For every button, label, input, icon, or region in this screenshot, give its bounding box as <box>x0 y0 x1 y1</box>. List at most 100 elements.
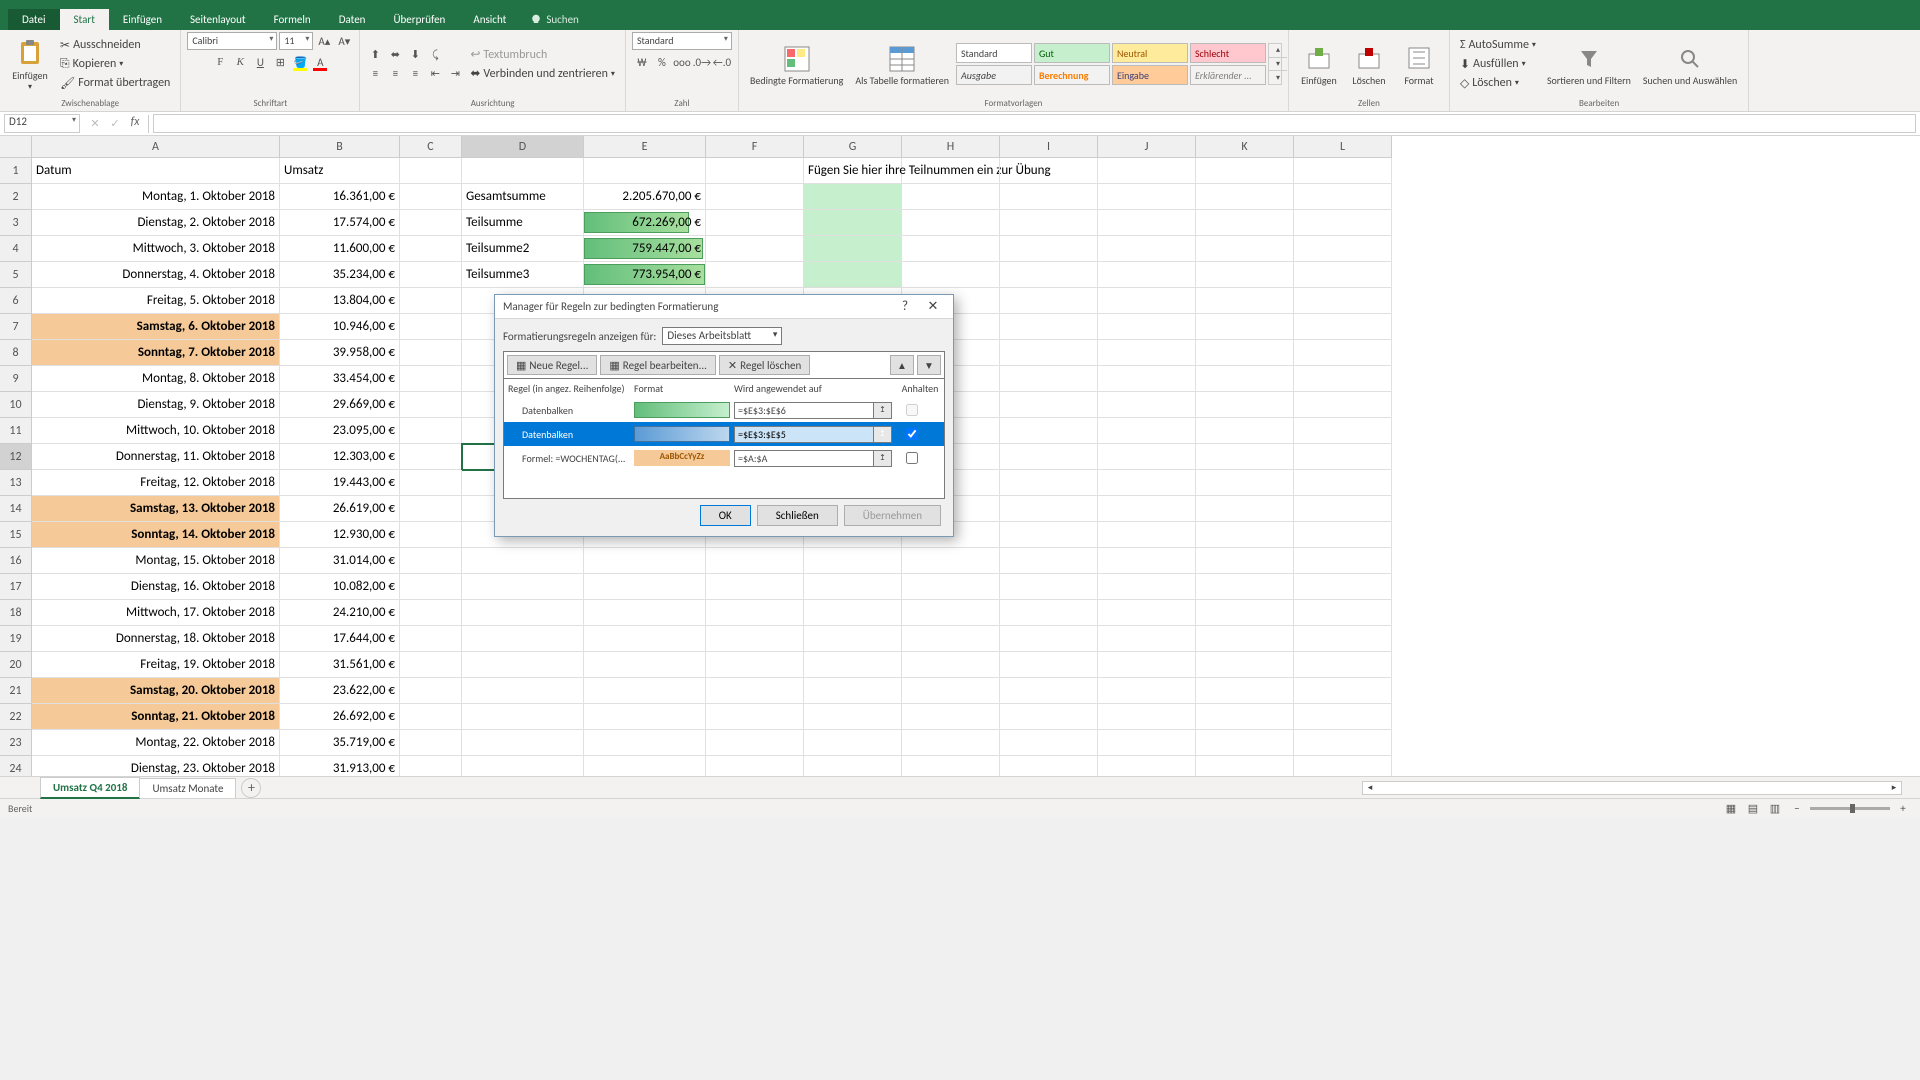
align-left-button[interactable]: ≡ <box>366 65 384 83</box>
cell-C5[interactable] <box>400 262 462 288</box>
cell-A10[interactable]: Dienstag, 9. Oktober 2018 <box>32 392 280 418</box>
cell-K22[interactable] <box>1196 704 1294 730</box>
row-header-24[interactable]: 24 <box>0 756 32 776</box>
cell-A2[interactable]: Montag, 1. Oktober 2018 <box>32 184 280 210</box>
cell-C2[interactable] <box>400 184 462 210</box>
bold-button[interactable]: F <box>211 53 229 71</box>
align-center-button[interactable]: ≡ <box>386 65 404 83</box>
cell-A19[interactable]: Donnerstag, 18. Oktober 2018 <box>32 626 280 652</box>
cell-E19[interactable] <box>584 626 706 652</box>
tab-file[interactable]: Datei <box>8 9 60 30</box>
rule-range-input[interactable]: =$E$3:$E$5 <box>734 426 874 443</box>
cell-G4[interactable] <box>804 236 902 262</box>
cell-I14[interactable] <box>1000 496 1098 522</box>
number-format-combo[interactable]: Standard <box>632 32 732 50</box>
column-header-C[interactable]: C <box>400 136 462 158</box>
cell-C3[interactable] <box>400 210 462 236</box>
cell-A4[interactable]: Mittwoch, 3. Oktober 2018 <box>32 236 280 262</box>
row-header-13[interactable]: 13 <box>0 470 32 496</box>
dialog-ok-button[interactable]: OK <box>700 505 751 526</box>
cells-insert-button[interactable]: Einfügen <box>1295 33 1343 95</box>
cell-L22[interactable] <box>1294 704 1392 730</box>
cell-C12[interactable] <box>400 444 462 470</box>
font-size-combo[interactable]: 11 <box>279 32 313 50</box>
row-header-23[interactable]: 23 <box>0 730 32 756</box>
wrap-text-button[interactable]: ↩Textumbruch <box>466 46 619 64</box>
row-header-9[interactable]: 9 <box>0 366 32 392</box>
row-header-20[interactable]: 20 <box>0 652 32 678</box>
cell-B11[interactable]: 23.095,00 € <box>280 418 400 444</box>
cell-A5[interactable]: Donnerstag, 4. Oktober 2018 <box>32 262 280 288</box>
cell-J15[interactable] <box>1098 522 1196 548</box>
cell-L20[interactable] <box>1294 652 1392 678</box>
styles-scroll-up[interactable]: ▴ <box>1269 44 1287 57</box>
cell-E22[interactable] <box>584 704 706 730</box>
cell-K13[interactable] <box>1196 470 1294 496</box>
cell-D5[interactable]: Teilsumme3 <box>462 262 584 288</box>
cell-E18[interactable] <box>584 600 706 626</box>
border-button[interactable]: ⊞ <box>271 53 289 71</box>
cell-I23[interactable] <box>1000 730 1098 756</box>
column-header-J[interactable]: J <box>1098 136 1196 158</box>
zoom-out-button[interactable]: − <box>1788 800 1806 818</box>
font-color-button[interactable]: A <box>311 53 329 71</box>
percent-button[interactable]: % <box>653 53 671 71</box>
delete-rule-button[interactable]: ✕Regel löschen <box>719 355 810 375</box>
cell-L14[interactable] <box>1294 496 1392 522</box>
cell-I18[interactable] <box>1000 600 1098 626</box>
cell-K19[interactable] <box>1196 626 1294 652</box>
cell-C1[interactable] <box>400 158 462 184</box>
cell-L21[interactable] <box>1294 678 1392 704</box>
cell-I22[interactable] <box>1000 704 1098 730</box>
cell-D17[interactable] <box>462 574 584 600</box>
cell-F5[interactable] <box>706 262 804 288</box>
cells-delete-button[interactable]: Löschen <box>1345 33 1393 95</box>
cell-styles-gallery[interactable]: Standard Gut Neutral Schlecht Ausgabe Be… <box>956 43 1266 85</box>
dialog-titlebar[interactable]: Manager für Regeln zur bedingten Formati… <box>495 295 953 319</box>
cell-E3[interactable]: 672.269,00 € <box>584 210 706 236</box>
increase-indent-button[interactable]: ⇥ <box>446 65 464 83</box>
cell-L24[interactable] <box>1294 756 1392 776</box>
cell-E20[interactable] <box>584 652 706 678</box>
cell-I24[interactable] <box>1000 756 1098 776</box>
cell-D21[interactable] <box>462 678 584 704</box>
cell-C6[interactable] <box>400 288 462 314</box>
zoom-slider[interactable] <box>1810 807 1890 810</box>
cell-L12[interactable] <box>1294 444 1392 470</box>
clear-button[interactable]: ◇Löschen▾ <box>1456 74 1540 92</box>
autosum-button[interactable]: ΣAutoSumme▾ <box>1456 36 1540 54</box>
cell-J17[interactable] <box>1098 574 1196 600</box>
cell-L19[interactable] <box>1294 626 1392 652</box>
cell-J14[interactable] <box>1098 496 1196 522</box>
style-ausgabe[interactable]: Ausgabe <box>956 65 1032 85</box>
cell-B13[interactable]: 19.443,00 € <box>280 470 400 496</box>
view-page-layout-button[interactable]: ▤ <box>1744 800 1762 818</box>
cell-B16[interactable]: 31.014,00 € <box>280 548 400 574</box>
row-header-11[interactable]: 11 <box>0 418 32 444</box>
row-headers[interactable]: 123456789101112131415161718192021222324 <box>0 158 32 776</box>
cell-E24[interactable] <box>584 756 706 776</box>
cell-A23[interactable]: Montag, 22. Oktober 2018 <box>32 730 280 756</box>
horizontal-scrollbar[interactable]: ◂ ▸ <box>1362 781 1902 795</box>
align-right-button[interactable]: ≡ <box>406 65 424 83</box>
column-header-E[interactable]: E <box>584 136 706 158</box>
formula-bar[interactable] <box>153 114 1916 133</box>
cell-G23[interactable] <box>804 730 902 756</box>
cell-I11[interactable] <box>1000 418 1098 444</box>
cell-H4[interactable] <box>902 236 1000 262</box>
styles-scroll-down[interactable]: ▾ <box>1269 57 1287 71</box>
cell-C21[interactable] <box>400 678 462 704</box>
cell-L7[interactable] <box>1294 314 1392 340</box>
cell-C22[interactable] <box>400 704 462 730</box>
cell-E16[interactable] <box>584 548 706 574</box>
cell-H19[interactable] <box>902 626 1000 652</box>
cell-D24[interactable] <box>462 756 584 776</box>
cell-F3[interactable] <box>706 210 804 236</box>
column-header-A[interactable]: A <box>32 136 280 158</box>
cell-H24[interactable] <box>902 756 1000 776</box>
cell-K2[interactable] <box>1196 184 1294 210</box>
dialog-close-button-2[interactable]: Schließen <box>757 505 838 526</box>
cell-H22[interactable] <box>902 704 1000 730</box>
sheet-tab-1[interactable]: Umsatz Q4 2018 <box>40 777 140 799</box>
cell-F16[interactable] <box>706 548 804 574</box>
